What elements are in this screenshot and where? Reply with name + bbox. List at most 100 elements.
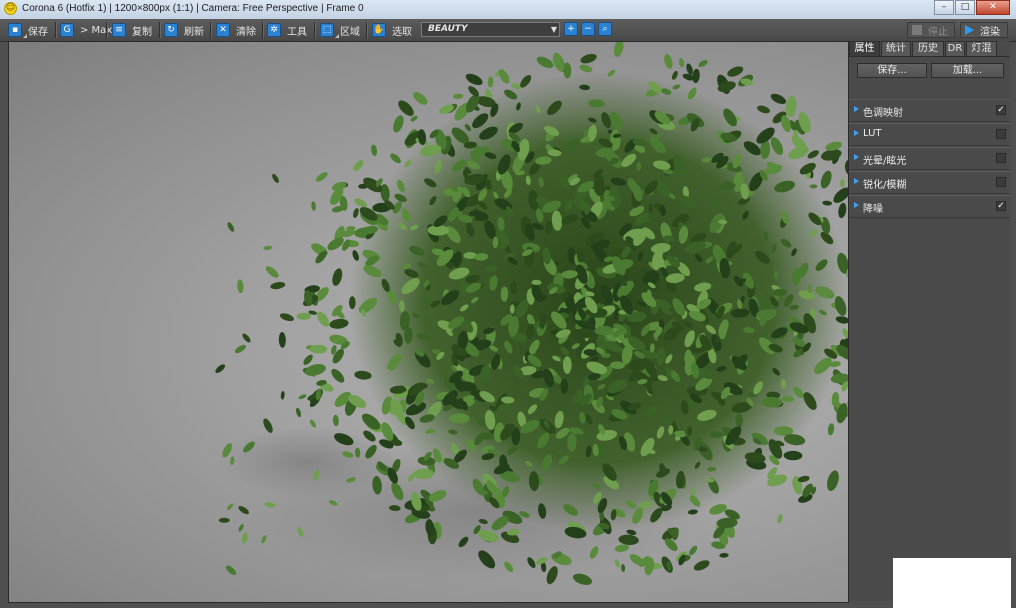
leaf xyxy=(827,470,839,491)
section-label: 降噪 xyxy=(863,204,883,215)
render-viewport[interactable] xyxy=(8,41,849,603)
render-button[interactable]: 渲染 xyxy=(960,22,1008,38)
leaf xyxy=(693,560,710,571)
leaf xyxy=(329,318,349,329)
leaf xyxy=(613,42,624,57)
tab-properties[interactable]: 属性 xyxy=(849,41,880,56)
tab-history[interactable]: 历史 xyxy=(912,41,944,56)
sharpen-blur-checkbox[interactable] xyxy=(996,177,1006,187)
toolbar-divider xyxy=(159,22,161,38)
tools-label: 工具 xyxy=(287,26,307,38)
clear-button[interactable]: ✕ 清除 xyxy=(216,22,256,38)
zoom-fit-icon[interactable]: ⌕ xyxy=(598,22,612,36)
to-max-button[interactable]: G > Max xyxy=(60,22,112,38)
leaf xyxy=(757,105,770,114)
leaf xyxy=(242,333,251,343)
section-tone-mapping[interactable]: 色调映射 ✓ xyxy=(849,99,1010,122)
section-lut[interactable]: LUT xyxy=(849,123,1010,146)
close-icon[interactable]: ✕ xyxy=(976,0,1010,15)
play-icon xyxy=(965,25,974,35)
leaf xyxy=(783,450,803,461)
bloom-glare-checkbox[interactable] xyxy=(996,153,1006,163)
section-bloom-glare[interactable]: 光晕/眩光 xyxy=(849,147,1010,170)
expand-arrow-icon xyxy=(854,178,859,184)
hand-icon: ✋ xyxy=(372,23,386,37)
leaf xyxy=(487,76,494,88)
lut-checkbox[interactable] xyxy=(996,129,1006,139)
leaf xyxy=(237,279,244,294)
leaf xyxy=(727,66,744,77)
tone-mapping-checkbox[interactable]: ✓ xyxy=(996,105,1006,115)
toolbar: ▪ 保存 G > Max ≡ 复制 ↻ 刷新 ✕ 清除 ✲ 工具 ⬚ 区域 ✋ … xyxy=(0,19,1016,42)
toolbar-divider xyxy=(210,22,212,38)
title-bar: ☺ Corona 6 (Hotfix 1) | 1200×800px (1:1)… xyxy=(0,0,1016,20)
leaf xyxy=(354,198,367,208)
leaf xyxy=(770,93,787,105)
tab-lightmix[interactable]: 灯混 xyxy=(966,41,997,56)
leaf xyxy=(689,545,698,556)
refresh-button[interactable]: ↻ 刷新 xyxy=(164,22,204,38)
section-label: 光晕/眩光 xyxy=(863,156,907,167)
stop-button[interactable]: 停止 xyxy=(907,22,955,38)
leaf xyxy=(215,364,226,374)
leaf xyxy=(664,53,673,69)
tab-divider xyxy=(849,56,1010,57)
leaf xyxy=(238,523,244,532)
leaf xyxy=(576,248,585,263)
denoise-checkbox[interactable]: ✓ xyxy=(996,201,1006,211)
zoom-out-icon[interactable]: − xyxy=(581,22,595,36)
leaf xyxy=(777,514,783,524)
leaf xyxy=(398,100,414,116)
leaf xyxy=(452,93,464,99)
leaf xyxy=(847,201,848,219)
region-icon: ⬚ xyxy=(320,23,339,38)
leaf xyxy=(349,296,356,310)
leaf xyxy=(698,59,708,68)
leaf xyxy=(692,68,700,84)
toolbar-divider xyxy=(106,22,108,38)
leaf xyxy=(298,394,307,400)
render-pass-select[interactable]: BEAUTY ▼ xyxy=(421,22,560,37)
panel-tabs: 属性 统计 历史 DR 灯混 xyxy=(849,41,998,57)
save-preset-button[interactable]: 保存... xyxy=(857,63,927,78)
toolbar-divider xyxy=(366,22,368,38)
leaf xyxy=(279,313,294,322)
leaf xyxy=(295,407,302,418)
copy-icon: ≡ xyxy=(112,23,126,37)
copy-label: 复制 xyxy=(132,26,152,38)
smiley-icon: ☺ xyxy=(4,2,17,15)
copy-button[interactable]: ≡ 复制 xyxy=(112,22,152,38)
tab-dr[interactable]: DR xyxy=(945,41,965,56)
section-denoise[interactable]: 降噪 ✓ xyxy=(849,195,1010,218)
leaf xyxy=(838,202,847,219)
leaf xyxy=(371,144,378,157)
render-label: 渲染 xyxy=(980,26,1000,38)
pick-button[interactable]: ✋ 选取 xyxy=(372,22,412,38)
section-sharpen-blur[interactable]: 锐化/模糊 xyxy=(849,171,1010,194)
leaf xyxy=(353,208,359,218)
leaf xyxy=(331,368,345,383)
load-preset-button[interactable]: 加载... xyxy=(931,63,1004,78)
leaf xyxy=(580,53,597,64)
expand-arrow-icon xyxy=(854,130,859,136)
save-button[interactable]: ▪ 保存 xyxy=(8,22,48,38)
leaf xyxy=(296,312,311,320)
region-button[interactable]: ⬚ 区域 xyxy=(320,22,360,38)
leaf xyxy=(827,423,835,436)
zoom-in-icon[interactable]: + xyxy=(564,22,578,36)
leaf xyxy=(353,160,364,171)
tab-stats[interactable]: 统计 xyxy=(881,41,911,56)
leaf xyxy=(833,187,848,203)
expand-arrow-icon xyxy=(854,202,859,208)
leaf xyxy=(840,178,845,188)
leaf xyxy=(465,73,483,86)
max-icon: G xyxy=(60,23,74,37)
tools-button[interactable]: ✲ 工具 xyxy=(267,22,307,38)
expand-arrow-icon xyxy=(854,154,859,160)
leaf xyxy=(562,356,572,375)
minimize-icon[interactable]: – xyxy=(934,0,954,15)
maximize-icon[interactable]: □ xyxy=(955,0,975,15)
leaf xyxy=(332,268,343,286)
leaf xyxy=(278,332,286,348)
toolbar-divider xyxy=(55,22,57,38)
